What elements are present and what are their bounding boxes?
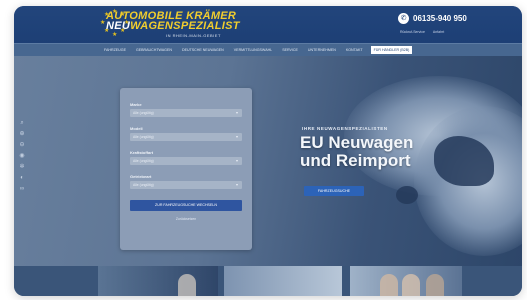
accessibility-toolbar: ⌕ ⊕ ⊖ ◉ ✲ ◐ ∞ [18, 120, 26, 192]
callback-link[interactable]: Rückruf-Service [400, 30, 425, 34]
chevron-down-icon: ▾ [235, 134, 238, 139]
teaser-tile-team[interactable] [350, 266, 462, 296]
phone-icon: ✆ [398, 13, 409, 24]
person-image [402, 274, 420, 296]
eye-icon[interactable]: ◉ [19, 153, 24, 159]
chevron-down-icon: ▾ [235, 110, 238, 115]
hero-cta-button[interactable]: FAHRZEUGSUCHE [304, 186, 364, 196]
fuel-select[interactable]: Alle (ungültig) ▾ [130, 157, 242, 165]
fuel-select-value: Alle (ungültig) [133, 159, 154, 163]
model-select-value: Alle (ungültig) [133, 135, 154, 139]
zoom-in-icon[interactable]: ⊕ [19, 131, 24, 137]
model-select[interactable]: Alle (ungültig) ▾ [130, 133, 242, 141]
brand-label: Marke [130, 102, 142, 107]
logo-tagline: IN RHEIN-MAIN-GEBIET [166, 33, 221, 38]
logo-subtitle[interactable]: NEUWAGENSPEZIALIST [106, 20, 240, 32]
directions-link[interactable]: Anfahrt [433, 30, 444, 34]
logo-rest: WAGENSPEZIALIST [130, 20, 240, 32]
model-label: Modell [130, 126, 143, 131]
nav-item-kontakt[interactable]: KONTAKT [344, 47, 365, 53]
nav-item-unternehmen[interactable]: UNTERNEHMEN [306, 47, 338, 53]
chevron-down-icon: ▾ [235, 158, 238, 163]
reset-link[interactable]: Zurücksetzen [120, 217, 252, 221]
header-links: Rückruf-Service Anfahrt [400, 30, 444, 34]
browser-viewport: ★ ★ ★ ★ ★ ★ ★ ★ AUTOMOBILE KRÄMER NEUWAG… [14, 6, 522, 296]
hero-headline: EU Neuwagen und Reimport [300, 133, 414, 170]
search-submit-button[interactable]: ZUR FAHRZEUGSUCHE WECHSELN [130, 200, 242, 211]
transmission-select-value: Alle (ungültig) [133, 183, 154, 187]
zoom-out-icon[interactable]: ⊖ [19, 142, 24, 148]
nav-item-vermittlung[interactable]: VERMITTLUNGSWAHL [232, 47, 274, 53]
transmission-select[interactable]: Alle (ungültig) ▾ [130, 181, 242, 189]
nav-item-haendler[interactable]: FÜR HÄNDLER (B2B) [370, 46, 413, 54]
teaser-tile-showroom[interactable] [224, 266, 342, 296]
person-image [178, 274, 196, 296]
nav-item-service[interactable]: SERVICE [280, 47, 300, 53]
link-icon[interactable]: ∞ [20, 186, 24, 192]
nav-item-fahrzeuge[interactable]: FAHRZEUGE [102, 47, 128, 53]
nav-item-gebrauchtwagen[interactable]: GEBRAUCHTWAGEN [134, 47, 174, 53]
contrast-icon[interactable]: ◐ [20, 175, 24, 181]
person-image [380, 274, 398, 296]
phone-number[interactable]: 06135-940 950 [413, 14, 467, 23]
site-header: ★ ★ ★ ★ ★ ★ ★ ★ AUTOMOBILE KRÄMER NEUWAG… [14, 6, 522, 43]
teaser-row [14, 266, 522, 296]
brand-select-value: Alle (ungültig) [133, 111, 154, 115]
hero-kicker: IHRE NEUWAGENSPEZIALISTEN [302, 126, 388, 131]
phone-contact[interactable]: ✆ 06135-940 950 [398, 13, 467, 24]
nav-item-deutsche-neuwagen[interactable]: DEUTSCHE NEUWAGEN [180, 47, 226, 53]
brand-select[interactable]: Alle (ungültig) ▾ [130, 109, 242, 117]
search-icon[interactable]: ⌕ [20, 120, 23, 126]
settings-icon[interactable]: ✲ [19, 164, 24, 170]
fuel-label: Kraftstoffart [130, 150, 154, 155]
main-nav: FAHRZEUGE GEBRAUCHTWAGEN DEUTSCHE NEUWAG… [14, 43, 522, 56]
chevron-down-icon: ▾ [235, 182, 238, 187]
teaser-tile-cars[interactable] [98, 266, 218, 296]
car-wheel [396, 186, 418, 204]
transmission-label: Getriebeart [130, 174, 152, 179]
person-image [426, 274, 444, 296]
logo-prefix: NEU [106, 20, 131, 32]
hero-banner: ⌕ ⊕ ⊖ ◉ ✲ ◐ ∞ [14, 56, 522, 266]
vehicle-search-form: Marke Alle (ungültig) ▾ Modell Alle (ungü… [120, 88, 252, 250]
